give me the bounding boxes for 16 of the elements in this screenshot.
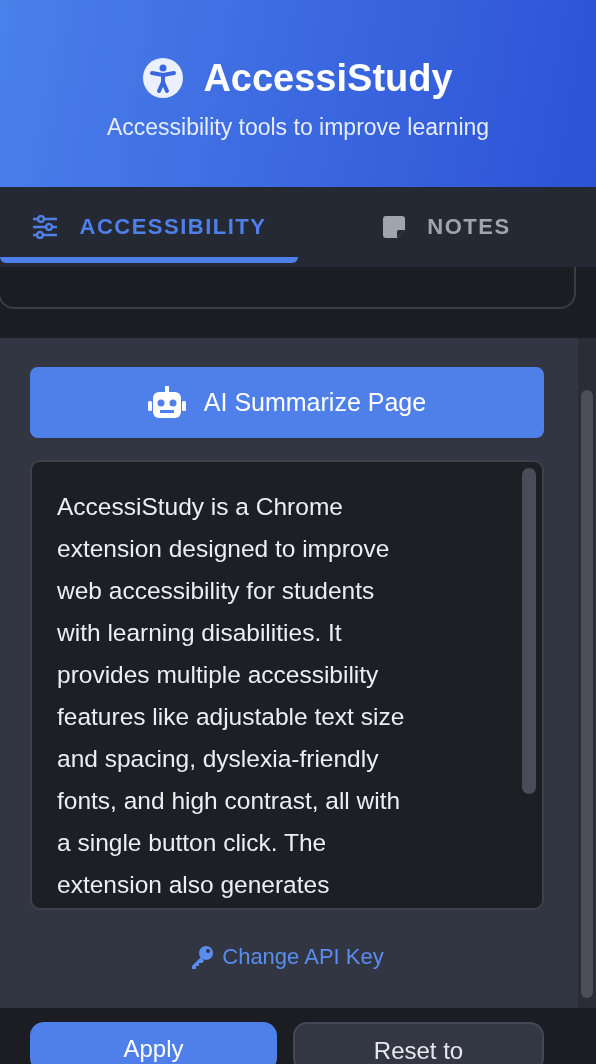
key-icon — [190, 945, 215, 969]
app-title: AccessiStudy — [203, 56, 453, 100]
app-subtitle: Accessibility tools to improve learning — [106, 113, 490, 141]
accessibility-icon — [143, 58, 184, 98]
scrollbar-thumb[interactable] — [522, 468, 536, 794]
note-icon — [383, 216, 406, 238]
robot-icon — [147, 385, 186, 420]
tab[interactable]: ACCESSIBILITY — [0, 187, 298, 267]
change-api-key-link[interactable]: Change API Key — [190, 944, 384, 970]
sliders-icon — [31, 215, 58, 239]
summarize-button[interactable]: AI Summarize Page — [30, 367, 544, 438]
apply-button[interactable]: Apply — [30, 1022, 277, 1064]
summary-text: AccessiStudy is a Chrome extension designed to improve web accessibility for students with learning disabilities. It provides multiple accessibility features like adjustable text size and spacing, dyslexia-friendly fonts, and high contrast, all with a single button click. The extension also generates — [57, 492, 406, 900]
tab[interactable]: NOTES — [298, 187, 596, 267]
scrollbar-thumb[interactable] — [581, 390, 593, 998]
reset-button[interactable]: Reset to — [293, 1022, 544, 1064]
